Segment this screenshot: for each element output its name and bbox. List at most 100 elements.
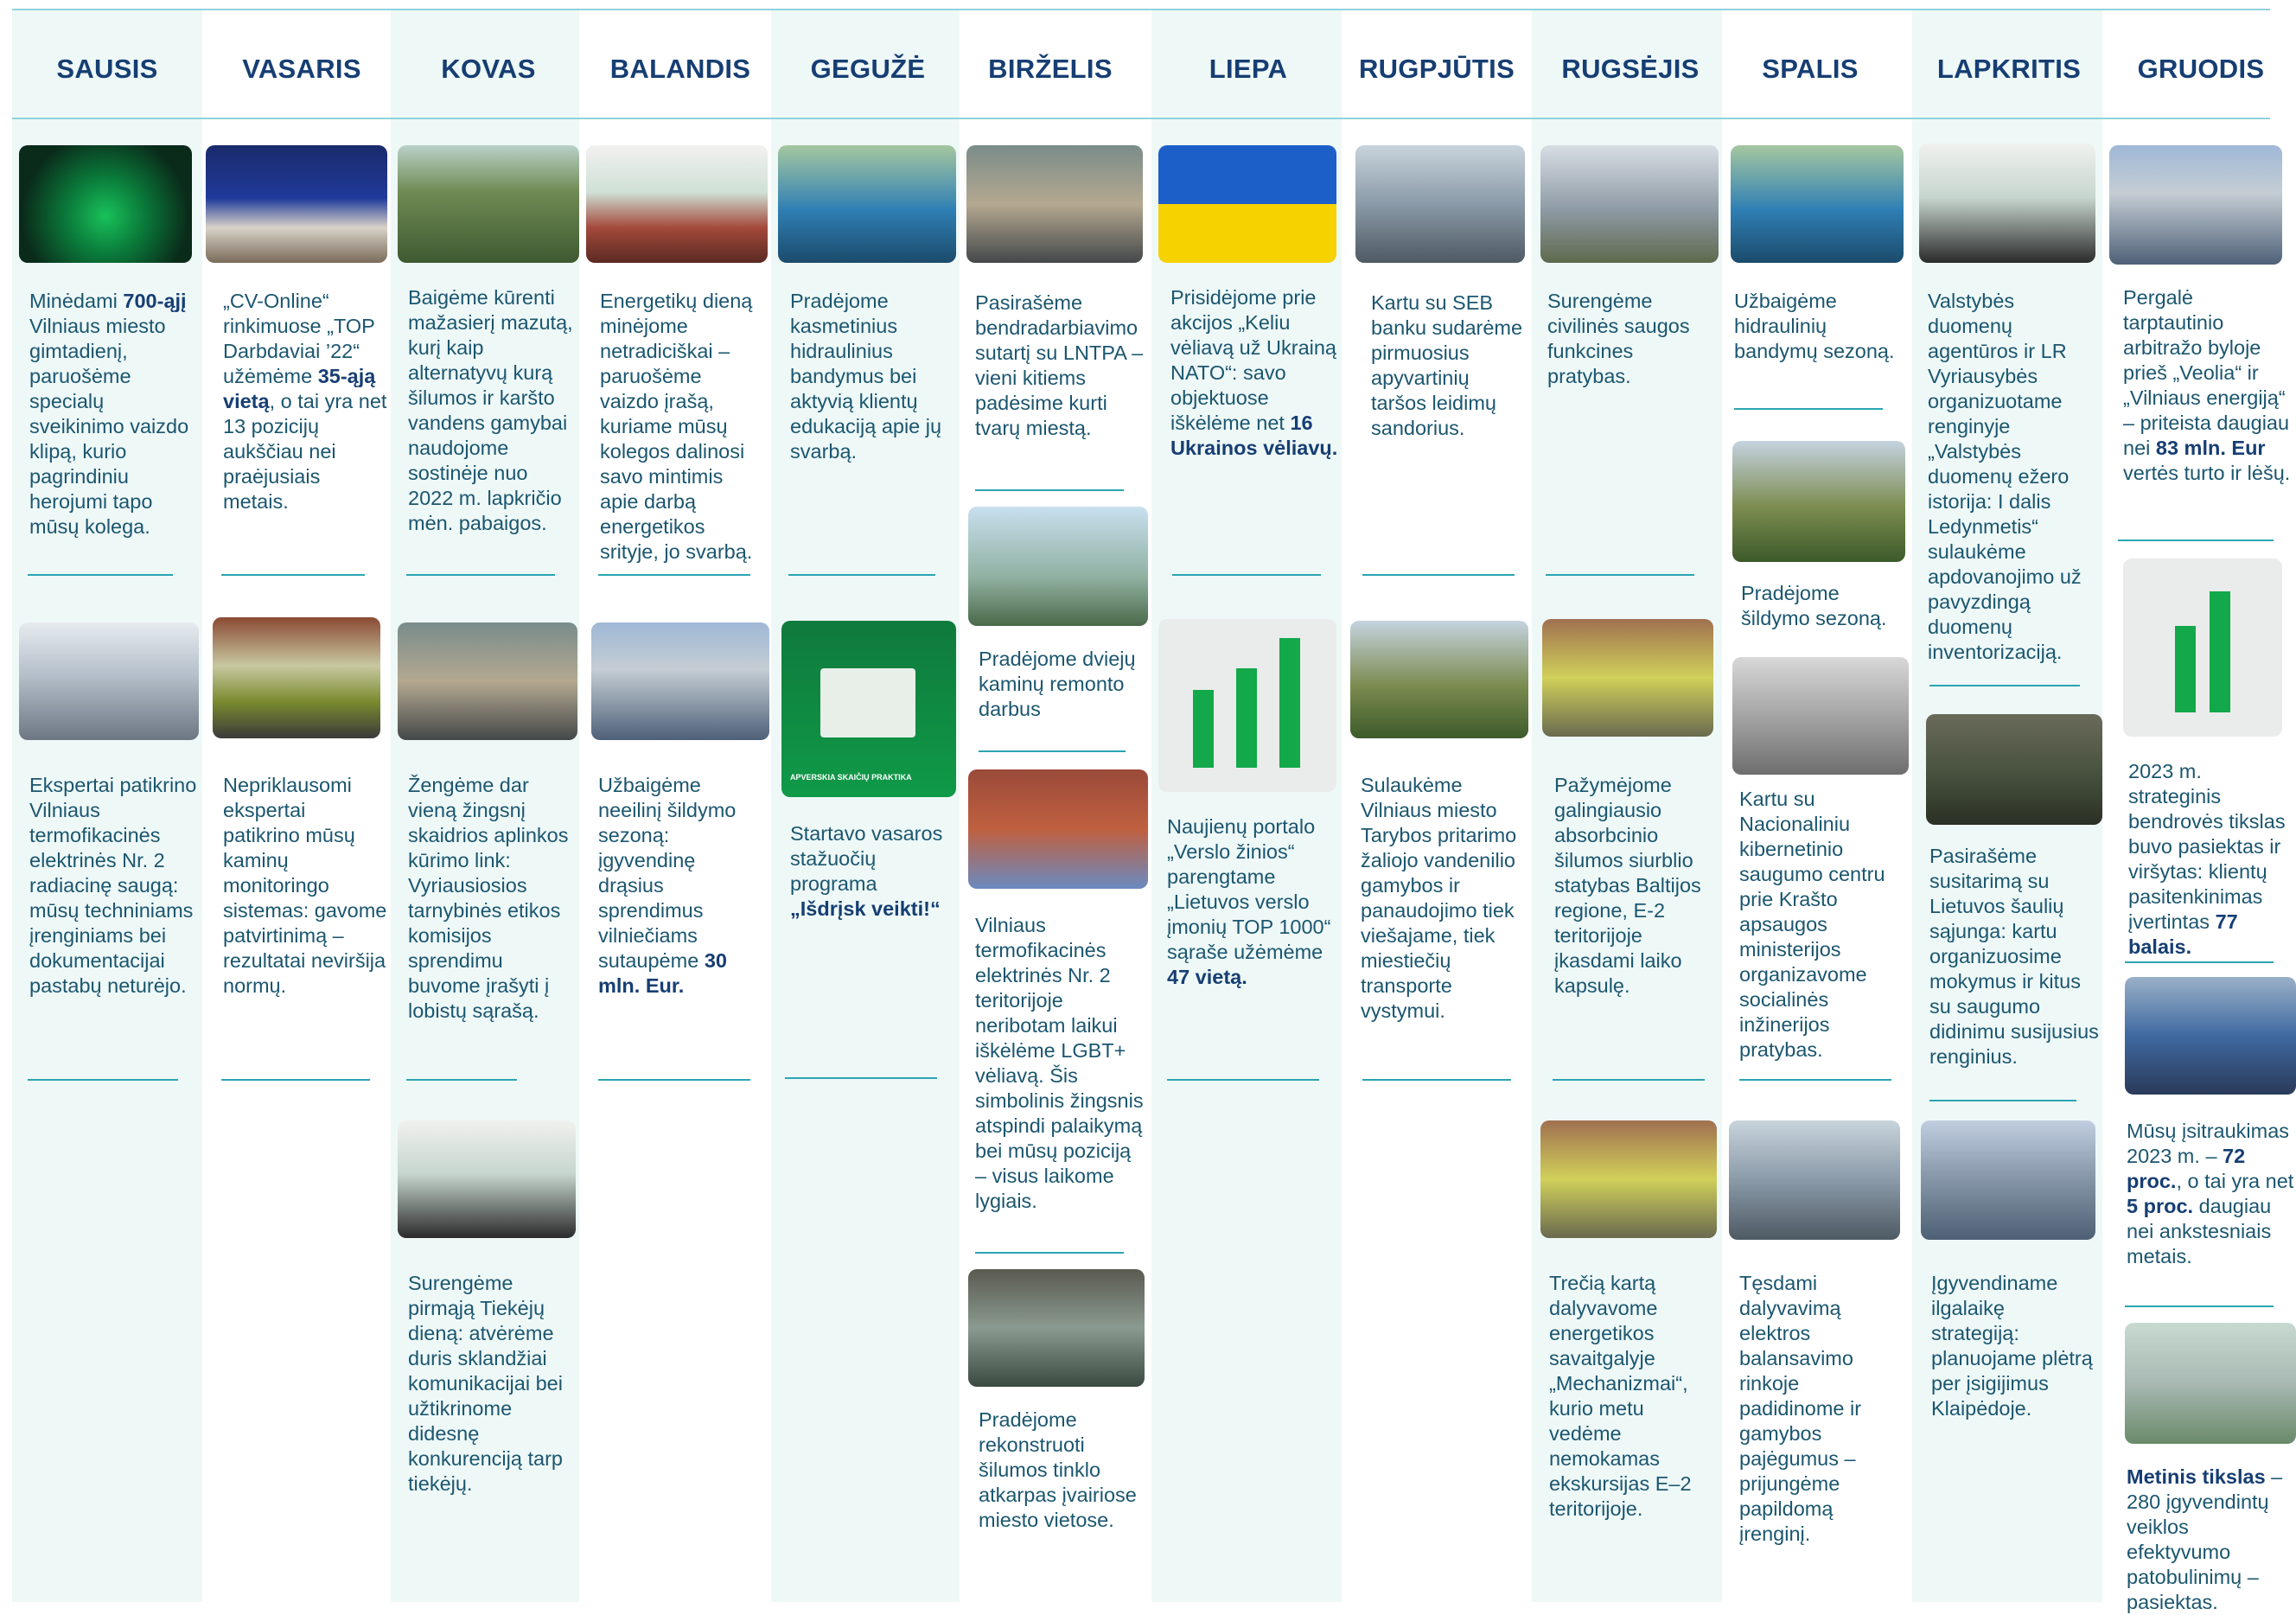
entry-birzelis-4: Pradėjome rekonstruoti šilumos tinklo at…: [979, 1408, 1137, 1531]
photo-scaffolding: [1540, 145, 1719, 263]
entry-gruodis-4: Metinis tikslas – 280 įgyvendintų veiklo…: [2127, 1465, 2283, 1613]
separator: [975, 489, 1124, 491]
separator: [1546, 574, 1694, 576]
photo-new-unit: [1729, 1120, 1900, 1240]
photo-vilnius-skyline: [2109, 145, 2282, 265]
photo-internship-banner: APVERSKIA SKAIČIŲ PRAKTIKA: [781, 621, 956, 797]
separator: [598, 574, 750, 576]
entry-lapkritis-3: Įgyvendiname ilgalaikę strategiją: planu…: [1931, 1272, 2093, 1420]
photo-awards-stage: [206, 145, 387, 263]
separator: [2125, 961, 2274, 963]
entry-rugsejis-3: Trečią kartą dalyvavome energetikos sava…: [1549, 1272, 1692, 1520]
entry-kovas-1: Baigėme kūrenti mažasierį mazutą, kurį k…: [408, 286, 573, 534]
photo-smoke-stacks: [19, 622, 199, 740]
entry-gruodis-1: Pergalė tarptautinio arbitražo byloje pr…: [2123, 286, 2291, 484]
photo-klaipeda-city: [1921, 1120, 2095, 1240]
entry-rugsejis-2: Pažymėjome galingiausio absorbcinio šilu…: [1554, 774, 1701, 997]
month-liepa: LIEPA: [1209, 54, 1288, 84]
photo-crowd-event: [2125, 977, 2296, 1095]
entry-birzelis-1: Pasirašėme bendradarbiavimo sutartį su L…: [975, 291, 1144, 439]
photo-laptop-security: [1732, 657, 1909, 775]
separator: [1553, 1079, 1705, 1081]
month-geguze: GEGUŽĖ: [810, 54, 926, 84]
entry-sausis-2: Ekspertai patikrino Vilniaus termofikaci…: [29, 774, 197, 997]
photo-satisfaction-chart: [2123, 559, 2282, 737]
entry-gruodis-2: 2023 m. strateginis bendrovės tikslas bu…: [2128, 760, 2286, 958]
separator: [221, 1079, 370, 1081]
separator: [1739, 1079, 1891, 1081]
photo-autumn-plant: [1732, 441, 1905, 562]
entry-balandis-2: Užbaigėme neeilinį šildymo sezoną: įgyve…: [598, 774, 737, 997]
separator: [1734, 408, 1883, 410]
entry-birzelis-2: Pradėjome dviejų kaminų remonto darbus: [979, 648, 1136, 720]
month-spalis: SPALIS: [1762, 54, 1859, 84]
photo-chimney-city: [968, 507, 1148, 626]
separator: [788, 574, 935, 576]
photo-contract-signing: [966, 145, 1143, 263]
separator: [406, 574, 555, 576]
separator: [1362, 574, 1515, 576]
entry-spalis-3: Kartu su Nacionaliniu kibernetinio saugu…: [1739, 788, 1885, 1061]
entry-kovas-3: Surengėme pirmąją Tiekėjų dieną: atvėrėm…: [408, 1272, 563, 1495]
month-vasaris: VASARIS: [242, 54, 361, 84]
photo-award-ceremony: [1919, 144, 2095, 263]
entry-vasaris-2: Nepriklausomi ekspertai patikrino mūsų k…: [223, 774, 387, 997]
separator: [406, 1079, 517, 1081]
photo-forest-view: [1350, 621, 1528, 738]
separator: [598, 1079, 750, 1081]
banner-caption: APVERSKIA SKAIČIŲ PRAKTIKA: [790, 773, 912, 782]
separator: [1362, 1079, 1511, 1081]
separator: [785, 1077, 937, 1079]
chart-bar: [2175, 626, 2196, 712]
separator: [979, 750, 1126, 752]
month-gruodis: GRUODIS: [2137, 54, 2265, 84]
entry-liepa-2: Naujienų portalo „Verslo žinios“ parengt…: [1167, 815, 1331, 988]
entry-rugpjutis-1: Kartu su SEB banku sudarėme pirmuosius a…: [1371, 291, 1523, 439]
separator: [28, 1079, 178, 1081]
separator: [975, 1252, 1124, 1254]
photo-lgbt-flag: [968, 769, 1148, 889]
photo-night-building: [19, 145, 192, 263]
separator: [1167, 1079, 1319, 1081]
chart-bar: [2210, 591, 2230, 712]
photo-hydraulic-season: [1731, 145, 1904, 263]
photo-presentation: [398, 1120, 576, 1238]
photo-vst-letters: [2125, 1323, 2296, 1444]
chart-bar: [1193, 690, 1214, 768]
entry-spalis-2: Pradėjome šildymo sezoną.: [1741, 582, 1887, 629]
separator: [2125, 1305, 2274, 1307]
photo-riflemen-union: [1926, 714, 2102, 825]
separator: [1929, 685, 2080, 686]
banner-card-icon: [820, 668, 915, 737]
entry-vasaris-1: „CV-Online“ rinkimuose „TOP Darbdaviai ’…: [223, 290, 387, 513]
entry-rugpjutis-2: Sulaukėme Vilniaus miesto Tarybos pritar…: [1361, 774, 1517, 1022]
entry-spalis-1: Užbaigėme hidraulinių bandymų sezoną.: [1734, 290, 1895, 362]
photo-city-panorama: [591, 622, 769, 740]
month-rugpjutis: RUGPJŪTIS: [1358, 54, 1515, 84]
photo-steel-pipes: [1355, 145, 1525, 263]
month-birzelis: BIRŽELIS: [988, 54, 1113, 84]
photo-handshake: [398, 622, 577, 740]
separator: [221, 574, 365, 576]
header-rule: [12, 118, 2270, 119]
entry-sausis-1: Minėdami 700-ąjį Vilniaus miesto gimtadi…: [29, 290, 189, 538]
entry-rugsejis-1: Surengėme civilinės saugos funkcines pra…: [1547, 290, 1690, 387]
entry-liepa-1: Prisidėjome prie akcijos „Keliu vėliavą …: [1170, 286, 1338, 459]
top-rule: [12, 9, 2270, 10]
photo-pipe-works: [968, 1269, 1145, 1387]
photo-time-capsule: [1542, 619, 1713, 737]
photo-team-helmets: [213, 617, 380, 738]
separator: [1172, 574, 1321, 576]
photo-mechanizmai-tour: [1540, 1120, 1717, 1238]
entry-spalis-4: Tęsdami dalyvavimą elektros balansavimo …: [1739, 1272, 1862, 1545]
month-kovas: KOVAS: [441, 54, 536, 84]
entry-birzelis-3: Vilniaus termofikacinės elektrinės Nr. 2…: [975, 914, 1144, 1212]
photo-hydraulic-pipes: [778, 145, 956, 263]
separator: [28, 574, 173, 576]
month-rugsejis: RUGSĖJIS: [1561, 54, 1700, 84]
chart-bar: [1279, 638, 1300, 768]
separator: [2118, 539, 2274, 541]
photo-ukraine-flag: [1158, 145, 1336, 263]
photo-energy-day: [586, 145, 768, 263]
entry-geguze-1: Pradėjome kasmetinius hidraulinius bandy…: [790, 290, 942, 463]
